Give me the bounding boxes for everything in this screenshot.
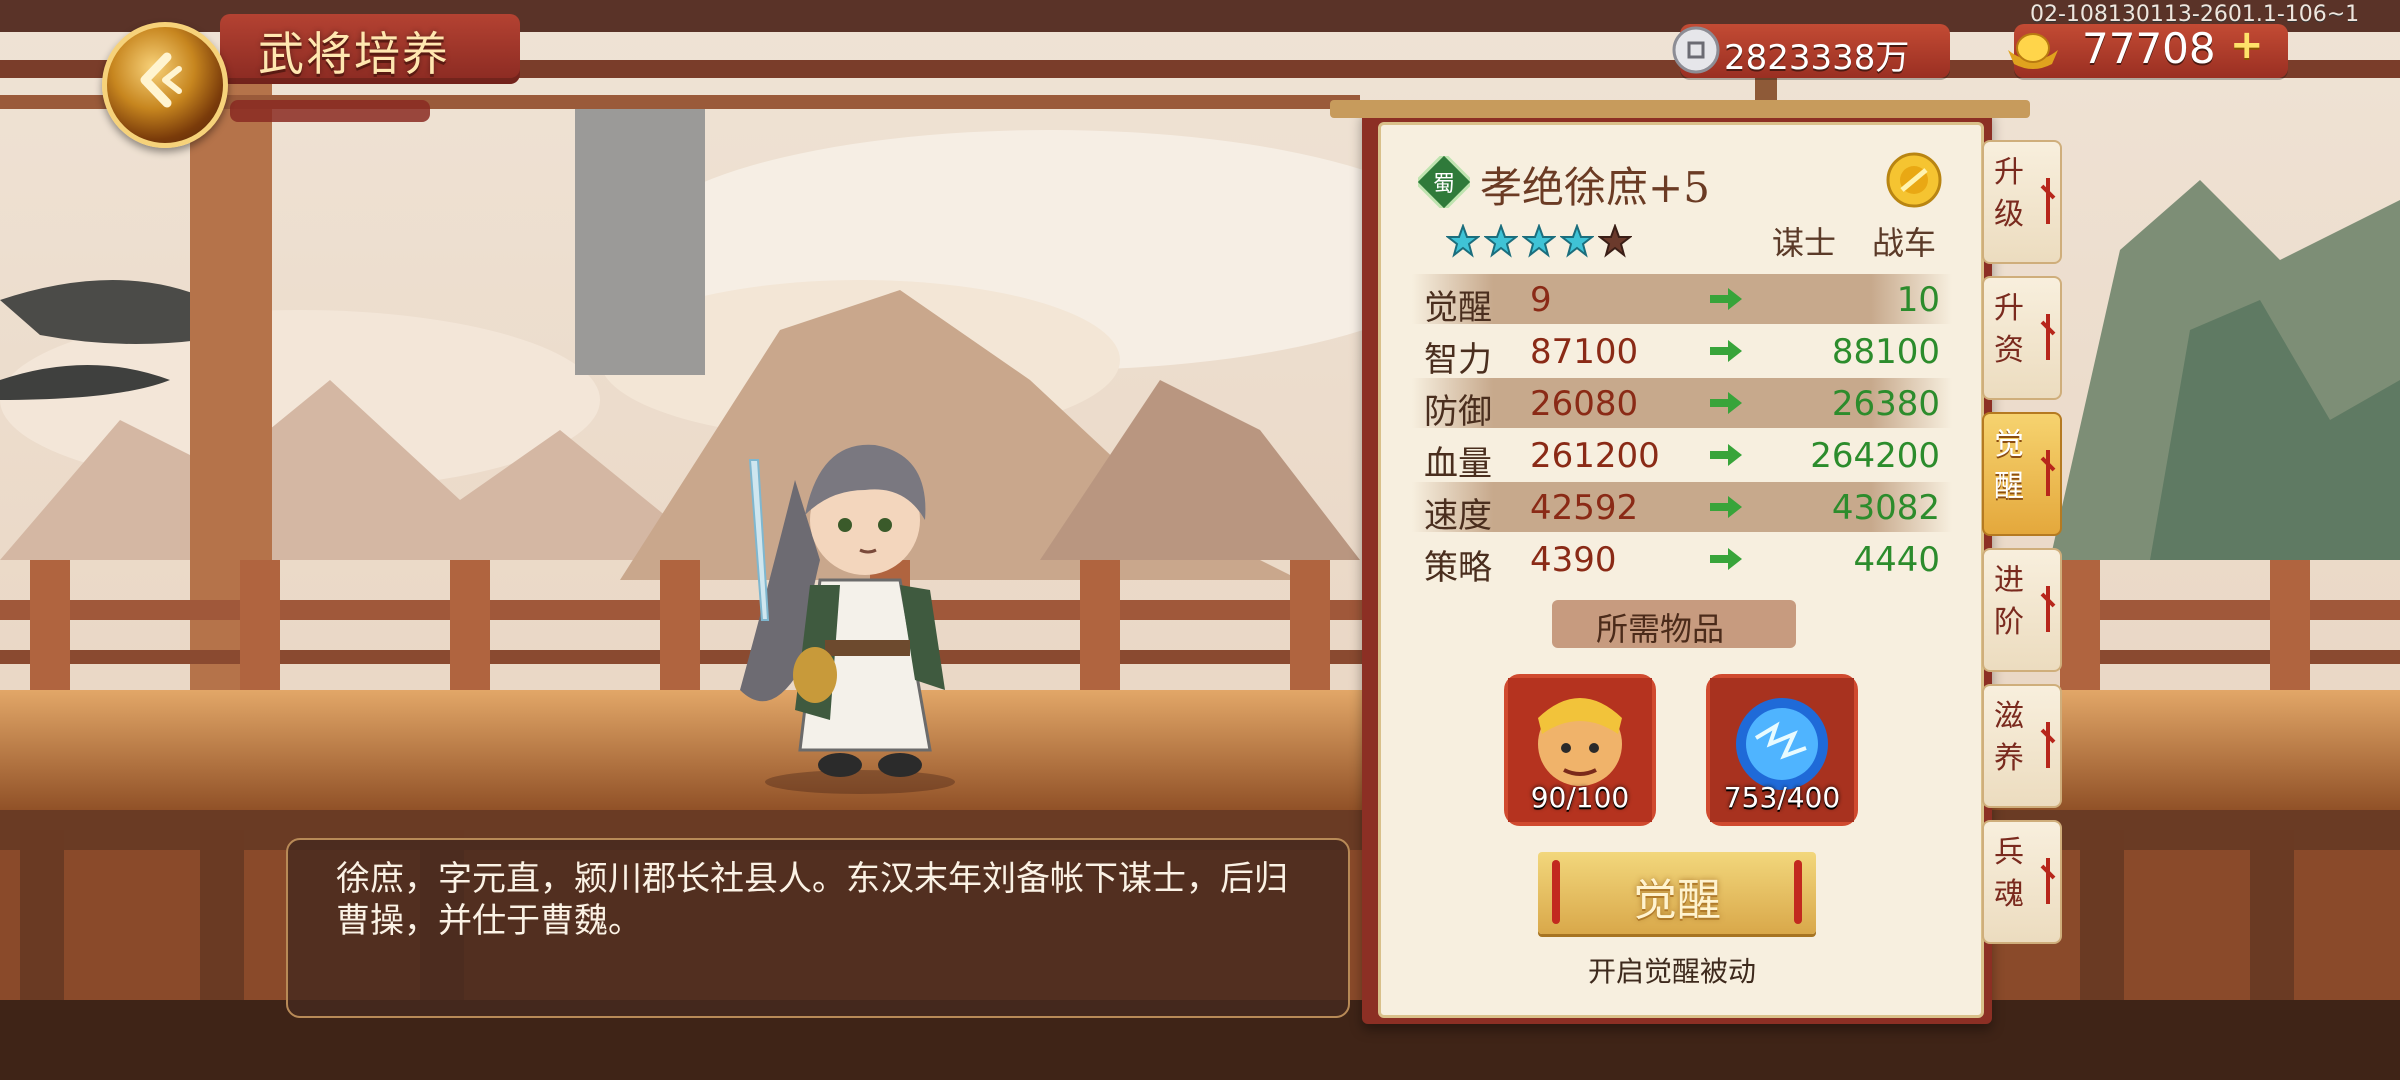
stat-name: 智力: [1424, 340, 1492, 380]
shu-faction-icon: 蜀: [1418, 156, 1470, 208]
tab-label: 觉醒: [1994, 427, 2024, 504]
stat-row-strategy: 策略 4390 4440: [1412, 534, 1952, 588]
hero-name: 孝绝徐庶+5: [1480, 163, 1710, 212]
ribbon-icon: [2040, 314, 2056, 360]
gold-ingot-icon: [2008, 33, 2058, 69]
awaken-button-label: 觉醒: [1633, 875, 1721, 926]
silver-coin-icon: [1672, 26, 1720, 74]
tab-label: 升级: [1994, 155, 2024, 232]
page-title: 武将培养: [258, 27, 450, 81]
stat-row-intelligence: 智力 87100 88100: [1412, 326, 1952, 380]
awaken-button[interactable]: 觉醒: [1538, 852, 1816, 934]
stat-next: 88100: [1831, 332, 1940, 372]
stat-current: 87100: [1530, 332, 1639, 372]
arrow-right-icon: [1710, 496, 1742, 518]
ribbon-icon: [2040, 178, 2056, 224]
hero-role: 谋士: [1772, 224, 1837, 262]
build-version: 02-108130113-2601.1-106~1: [2030, 2, 2360, 27]
arrow-right-icon: [1710, 444, 1742, 466]
ribbon-icon: [2040, 722, 2056, 768]
tab-label: 升资: [1994, 291, 2024, 368]
hero-unit-type: 战车: [1872, 224, 1937, 262]
stat-next: 264200: [1810, 436, 1940, 476]
arrow-right-icon: [1710, 392, 1742, 414]
tab-label: 兵魂: [1994, 835, 2024, 912]
stat-name: 觉醒: [1424, 288, 1492, 328]
stat-row-speed: 速度 42592 43082: [1412, 482, 1952, 536]
arrow-right-icon: [1710, 340, 1742, 362]
stat-current: 26080: [1530, 384, 1639, 424]
tab-nourish[interactable]: 滋养: [1982, 684, 2062, 808]
required-item-blue-orb[interactable]: 753/400: [1706, 674, 1858, 826]
star-icon-2: [1484, 224, 1518, 258]
stat-current: 4390: [1530, 540, 1617, 580]
star-icon-3: [1522, 224, 1556, 258]
ribbon-icon: [2040, 450, 2056, 496]
hero-description: 徐庶，字元直，颍川郡长社县人。东汉末年刘备帐下谋士，后归曹操，并仕于曹魏。: [336, 859, 1288, 941]
arrow-right-icon: [1710, 288, 1742, 310]
required-item-hero-card[interactable]: 90/100: [1504, 674, 1656, 826]
star-icon-empty: [1598, 224, 1632, 258]
stat-next: 10: [1896, 280, 1940, 320]
add-gold-button[interactable]: +: [2230, 22, 2264, 68]
stat-name: 防御: [1424, 392, 1492, 432]
star-icon-4: [1560, 224, 1594, 258]
stat-current: 42592: [1530, 488, 1639, 528]
tab-level-up[interactable]: 升级: [1982, 140, 2062, 264]
hero-character-illustration: [740, 444, 955, 794]
silver-amount: 2823338万: [1724, 38, 1910, 78]
tab-label: 进阶: [1994, 563, 2024, 640]
tab-aptitude[interactable]: 升资: [1982, 276, 2062, 400]
stat-next: 43082: [1831, 488, 1940, 528]
stat-name: 血量: [1424, 444, 1492, 484]
tab-soldier-soul[interactable]: 兵魂: [1982, 820, 2062, 944]
top-bar: 武将培养 2823338万 77708 + 02-108130113-2601.…: [0, 0, 2400, 148]
stat-current: 9: [1530, 280, 1552, 320]
gold-amount: 77708: [2082, 24, 2216, 73]
ribbon-icon: [2040, 858, 2056, 904]
item-count: 753/400: [1723, 781, 1841, 814]
awaken-hint: 开启觉醒被动: [1588, 955, 1757, 988]
panel-top-trim: [1330, 100, 2030, 118]
stat-next: 4440: [1853, 540, 1940, 580]
gold-medal-icon[interactable]: [1886, 152, 1942, 208]
back-button[interactable]: [102, 22, 228, 148]
tab-advance[interactable]: 进阶: [1982, 548, 2062, 672]
tab-awaken[interactable]: 觉醒: [1982, 412, 2062, 536]
stat-row-hp: 血量 261200 264200: [1412, 430, 1952, 484]
required-items-title: 所需物品: [1596, 610, 1725, 648]
back-arrow-icon: [140, 52, 182, 108]
title-underline: [230, 100, 430, 122]
star-icon-1: [1446, 224, 1480, 258]
svg-text:蜀: 蜀: [1433, 172, 1455, 197]
stat-name: 策略: [1424, 548, 1492, 588]
stat-row-defense: 防御 26080 26380: [1412, 378, 1952, 432]
stat-next: 26380: [1831, 384, 1940, 424]
ribbon-icon: [2040, 586, 2056, 632]
stat-name: 速度: [1424, 496, 1492, 536]
tab-label: 滋养: [1994, 699, 2024, 776]
stat-current: 261200: [1530, 436, 1660, 476]
stat-row-awaken: 觉醒 9 10: [1412, 274, 1952, 328]
arrow-right-icon: [1710, 548, 1742, 570]
item-count: 90/100: [1530, 781, 1630, 814]
